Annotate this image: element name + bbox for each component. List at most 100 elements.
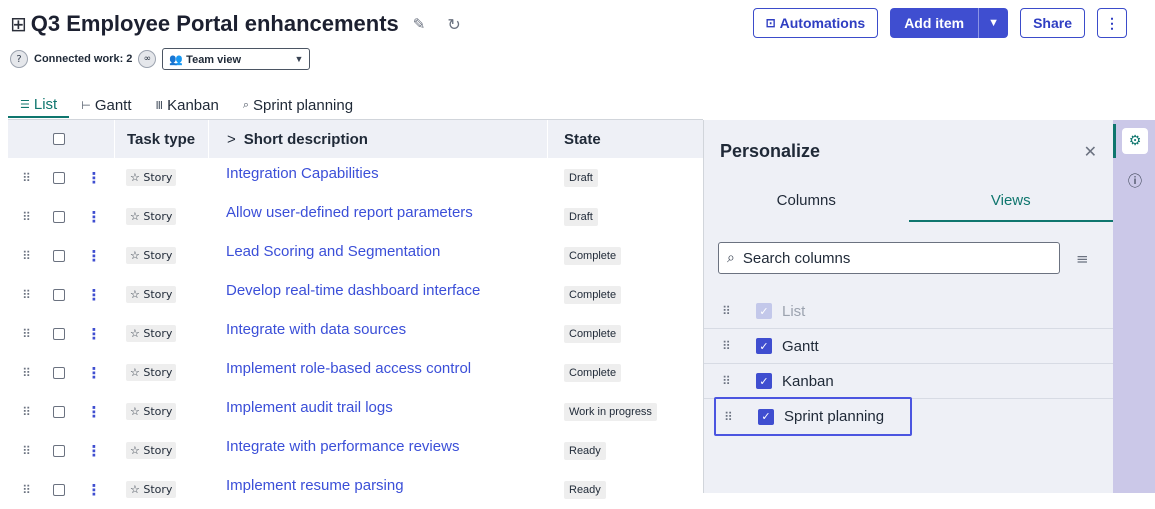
row-checkbox[interactable] xyxy=(53,483,65,496)
description-link[interactable]: Develop real-time dashboard interface xyxy=(226,282,480,299)
table-row[interactable]: ⠿ ⋮ ☆ Story Develop real-time dashboard int… xyxy=(8,275,703,314)
view-option-kanban[interactable]: ⠿ ✓ Kanban xyxy=(704,364,1114,399)
column-header-state[interactable]: State xyxy=(548,120,703,158)
row-menu-icon[interactable]: ⋮ xyxy=(74,286,114,304)
description-link[interactable]: Implement audit trail logs xyxy=(226,399,393,416)
row-select[interactable] xyxy=(44,483,74,496)
table-row[interactable]: ⠿ ⋮ ☆ Story Implement resume parsing Ready xyxy=(8,470,703,509)
drag-handle-icon[interactable]: ⠿ xyxy=(8,247,44,264)
row-checkbox[interactable] xyxy=(53,405,65,418)
chevron-right-icon[interactable]: > xyxy=(227,131,236,148)
automations-button[interactable]: ⊡ Automations xyxy=(752,8,879,38)
row-menu-icon[interactable]: ⋮ xyxy=(74,481,114,499)
row-select[interactable] xyxy=(44,444,74,457)
table-row[interactable]: ⠿ ⋮ ☆ Story Lead Scoring and Segmentation Co… xyxy=(8,236,703,275)
drag-handle-icon[interactable]: ⠿ xyxy=(8,481,44,498)
drag-handle-icon[interactable]: ⠿ xyxy=(722,339,756,353)
column-header-task-type[interactable]: Task type xyxy=(114,120,208,158)
panel-title: Personalize xyxy=(720,140,821,161)
drag-handle-icon[interactable]: ⠿ xyxy=(722,304,756,318)
table-row[interactable]: ⠿ ⋮ ☆ Story Integrate with data sources Comp… xyxy=(8,314,703,353)
add-item-dropdown-button[interactable]: ▼ xyxy=(978,8,1009,38)
view-checkbox[interactable]: ✓ xyxy=(758,408,774,425)
tab-sprint-planning[interactable]: ⌕ Sprint planning xyxy=(231,92,365,118)
row-checkbox[interactable] xyxy=(53,327,65,340)
drag-handle-icon[interactable]: ⠿ xyxy=(8,403,44,420)
row-select[interactable] xyxy=(44,366,74,379)
more-vertical-icon[interactable]: ⋮ xyxy=(1097,8,1127,38)
row-checkbox[interactable] xyxy=(53,210,65,223)
drag-handle-icon[interactable]: ⠿ xyxy=(8,286,44,303)
search-columns-field[interactable]: ⌕ xyxy=(718,242,1060,274)
state-badge: Draft xyxy=(564,207,598,226)
view-checkbox[interactable]: ✓ xyxy=(756,338,772,354)
description-link[interactable]: Implement role-based access control xyxy=(226,360,471,377)
row-checkbox[interactable] xyxy=(53,288,65,301)
description-link[interactable]: Lead Scoring and Segmentation xyxy=(226,243,440,260)
row-checkbox[interactable] xyxy=(53,171,65,184)
drag-handle-icon[interactable]: ⠿ xyxy=(8,442,44,459)
row-menu-icon[interactable]: ⋮ xyxy=(74,208,114,226)
row-select[interactable] xyxy=(44,288,74,301)
table-row[interactable]: ⠿ ⋮ ☆ Story Implement role-based access con… xyxy=(8,353,703,392)
tab-kanban[interactable]: Ⅲ Kanban xyxy=(144,92,231,118)
description-link[interactable]: Integration Capabilities xyxy=(226,165,379,182)
panel-header: Personalize ✕ xyxy=(704,120,1113,182)
row-select[interactable] xyxy=(44,171,74,184)
view-option-gantt[interactable]: ⠿ ✓ Gantt xyxy=(704,329,1114,364)
row-checkbox[interactable] xyxy=(53,366,65,379)
table-row[interactable]: ⠿ ⋮ ☆ Story Integrate with performance revi… xyxy=(8,431,703,470)
view-select[interactable]: 👥 Team view ▼ xyxy=(162,48,311,70)
tab-label: Gantt xyxy=(94,96,132,114)
view-checkbox[interactable]: ✓ xyxy=(756,373,772,389)
drag-handle-icon[interactable]: ⠿ xyxy=(8,208,44,225)
close-icon[interactable]: ✕ xyxy=(1084,142,1097,161)
drag-handle-icon[interactable]: ⠿ xyxy=(722,374,756,388)
description-link[interactable]: Integrate with performance reviews xyxy=(226,438,459,455)
row-menu-icon[interactable]: ⋮ xyxy=(74,442,114,460)
table-row[interactable]: ⠿ ⋮ ☆ Story Integration Capabilities Draft xyxy=(8,158,703,197)
description-link[interactable]: Implement resume parsing xyxy=(226,477,404,494)
description-cell: Integrate with performance reviews xyxy=(208,431,548,470)
row-menu-icon[interactable]: ⋮ xyxy=(74,364,114,382)
connected-work-label[interactable]: Connected work: 2 xyxy=(34,53,132,65)
binoculars-icon[interactable]: ∞ xyxy=(138,50,157,68)
tab-list[interactable]: ☰ List xyxy=(8,92,70,118)
drag-handle-icon[interactable]: ⠿ xyxy=(8,364,44,381)
row-select[interactable] xyxy=(44,327,74,340)
state-badge: Draft xyxy=(564,168,598,187)
select-all-checkbox[interactable] xyxy=(53,133,65,145)
description-link[interactable]: Allow user-defined report parameters xyxy=(226,204,473,221)
search-columns-input[interactable] xyxy=(740,248,1031,268)
drag-handle-icon[interactable]: ⠿ xyxy=(8,325,44,342)
drag-handle-icon[interactable]: ⠿ xyxy=(8,169,44,186)
table-row[interactable]: ⠿ ⋮ ☆ Story Implement audit trail logs Work … xyxy=(8,392,703,431)
tab-views[interactable]: Views xyxy=(908,182,1113,222)
share-button[interactable]: Share xyxy=(1020,8,1085,38)
view-option-list[interactable]: ⠿ ✓ List xyxy=(704,294,1114,329)
table-row[interactable]: ⠿ ⋮ ☆ Story Allow user-defined report param… xyxy=(8,197,703,236)
edit-icon[interactable]: ✎ xyxy=(413,15,426,33)
info-icon[interactable]: ⓘ xyxy=(1122,168,1148,194)
header-select-all[interactable] xyxy=(44,133,74,145)
column-header-short-description[interactable]: > Short description xyxy=(208,120,548,158)
list-menu-icon[interactable]: ≡ xyxy=(1076,250,1089,268)
row-select[interactable] xyxy=(44,249,74,262)
help-circle-icon[interactable]: ? xyxy=(10,50,28,68)
tab-gantt[interactable]: ⊢ Gantt xyxy=(69,92,143,118)
drag-handle-icon[interactable]: ⠿ xyxy=(724,410,758,424)
row-checkbox[interactable] xyxy=(53,444,65,457)
row-menu-icon[interactable]: ⋮ xyxy=(74,169,114,187)
row-menu-icon[interactable]: ⋮ xyxy=(74,325,114,343)
row-select[interactable] xyxy=(44,210,74,223)
row-select[interactable] xyxy=(44,405,74,418)
view-option-sprint-planning[interactable]: ⠿ ✓ Sprint planning xyxy=(714,397,912,436)
description-link[interactable]: Integrate with data sources xyxy=(226,321,406,338)
settings-icon[interactable]: ⚙ xyxy=(1122,128,1148,154)
refresh-icon[interactable]: ↻ xyxy=(447,15,460,34)
row-menu-icon[interactable]: ⋮ xyxy=(74,403,114,421)
tab-columns[interactable]: Columns xyxy=(704,182,909,222)
row-checkbox[interactable] xyxy=(53,249,65,262)
add-item-button[interactable]: Add item xyxy=(890,8,979,38)
row-menu-icon[interactable]: ⋮ xyxy=(74,247,114,265)
